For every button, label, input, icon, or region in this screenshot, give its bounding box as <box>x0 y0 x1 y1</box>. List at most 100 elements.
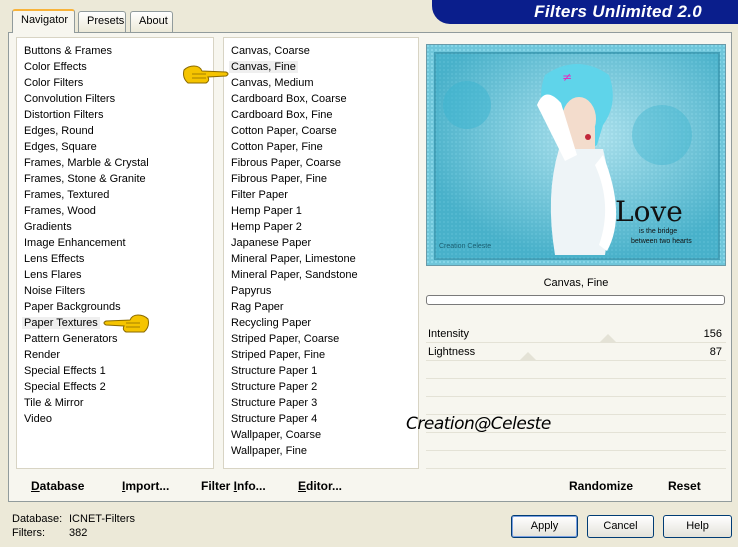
category-item-label: Color Effects <box>24 61 87 73</box>
tab-navigator[interactable]: Navigator <box>12 9 75 33</box>
category-item[interactable]: Distortion Filters <box>17 107 213 123</box>
filter-item-label: Japanese Paper <box>231 237 312 249</box>
preview-image: ≠ Love is the bridge between two hearts … <box>426 44 726 266</box>
filter-item[interactable]: Recycling Paper <box>224 315 418 331</box>
category-item[interactable]: Edges, Square <box>17 139 213 155</box>
cancel-button[interactable]: Cancel <box>587 515 654 538</box>
param-empty-row <box>426 379 726 397</box>
category-item[interactable]: Lens Effects <box>17 251 213 267</box>
category-item-label: Noise Filters <box>24 285 86 297</box>
status-database-label: Database: <box>12 513 63 525</box>
filter-item[interactable]: Striped Paper, Fine <box>224 347 418 363</box>
preview-love-text: Love <box>615 195 683 228</box>
filter-item[interactable]: Structure Paper 1 <box>224 363 418 379</box>
category-list[interactable]: Buttons & Frames Color Effects Color Filte… <box>16 37 214 469</box>
filter-item-label: Wallpaper, Fine <box>231 445 308 457</box>
filter-item[interactable]: Canvas, Medium <box>224 75 418 91</box>
filter-item[interactable]: Japanese Paper <box>224 235 418 251</box>
filter-item[interactable]: Wallpaper, Fine <box>224 443 418 459</box>
category-item-label: Edges, Square <box>24 141 97 153</box>
category-item[interactable]: Tile & Mirror <box>17 395 213 411</box>
param-lightness-value: 87 <box>709 346 722 358</box>
filter-item[interactable]: Fibrous Paper, Coarse <box>224 155 418 171</box>
reset-button[interactable]: Reset <box>668 479 701 493</box>
randomize-button[interactable]: Randomize <box>569 479 633 493</box>
category-item[interactable]: Frames, Marble & Crystal <box>17 155 213 171</box>
filter-item[interactable]: Canvas, Coarse <box>224 43 418 59</box>
category-item[interactable]: Frames, Stone & Granite <box>17 171 213 187</box>
category-item[interactable]: Frames, Textured <box>17 187 213 203</box>
apply-button[interactable]: Apply <box>511 515 578 538</box>
filter-item[interactable]: Canvas, Fine <box>224 59 418 75</box>
filter-item[interactable]: Cardboard Box, Coarse <box>224 91 418 107</box>
category-item-label: Special Effects 1 <box>24 365 106 377</box>
filter-item-label: Structure Paper 3 <box>231 397 318 409</box>
filter-item[interactable]: Mineral Paper, Sandstone <box>224 267 418 283</box>
status-filters-label: Filters: <box>12 527 45 539</box>
filter-item[interactable]: Cotton Paper, Coarse <box>224 123 418 139</box>
param-empty-row <box>426 433 726 451</box>
editor-button[interactable]: Editor... <box>298 479 342 493</box>
filter-item-label: Hemp Paper 1 <box>231 205 302 217</box>
filter-item[interactable]: Structure Paper 2 <box>224 379 418 395</box>
filter-item-label: Hemp Paper 2 <box>231 221 302 233</box>
filter-list[interactable]: Canvas, Coarse Canvas, Fine Canvas, Medium… <box>223 37 419 469</box>
filter-item[interactable]: Structure Paper 3 <box>224 395 418 411</box>
filter-item[interactable]: Mineral Paper, Limestone <box>224 251 418 267</box>
filter-item[interactable]: Filter Paper <box>224 187 418 203</box>
filter-item-label: Canvas, Coarse <box>231 45 310 57</box>
progress-bar <box>426 295 725 305</box>
help-button[interactable]: Help <box>663 515 732 538</box>
category-item[interactable]: Special Effects 1 <box>17 363 213 379</box>
category-item[interactable]: Lens Flares <box>17 267 213 283</box>
category-item[interactable]: Image Enhancement <box>17 235 213 251</box>
filter-info-button[interactable]: Filter Info... <box>201 479 266 493</box>
category-item-label: Color Filters <box>24 77 84 89</box>
tab-presets[interactable]: Presets <box>78 11 126 32</box>
category-item-label: Frames, Stone & Granite <box>24 173 146 185</box>
category-item-label: Lens Flares <box>24 269 82 281</box>
filter-item[interactable]: Cotton Paper, Fine <box>224 139 418 155</box>
category-item-label: Convolution Filters <box>24 93 116 105</box>
filter-item[interactable]: Fibrous Paper, Fine <box>224 171 418 187</box>
category-item[interactable]: Edges, Round <box>17 123 213 139</box>
param-intensity[interactable]: Intensity 156 <box>426 325 726 343</box>
filter-item[interactable]: Hemp Paper 1 <box>224 203 418 219</box>
import-button[interactable]: Import... <box>122 479 169 493</box>
database-button[interactable]: Database <box>31 479 84 493</box>
category-item[interactable]: Buttons & Frames <box>17 43 213 59</box>
filter-item[interactable]: Papyrus <box>224 283 418 299</box>
category-item-label: Buttons & Frames <box>24 45 113 57</box>
filter-item[interactable]: Hemp Paper 2 <box>224 219 418 235</box>
category-item[interactable]: Video <box>17 411 213 427</box>
category-item[interactable]: Render <box>17 347 213 363</box>
category-item[interactable]: Convolution Filters <box>17 91 213 107</box>
param-intensity-value: 156 <box>703 328 722 340</box>
param-empty-row <box>426 397 726 415</box>
category-item[interactable]: Gradients <box>17 219 213 235</box>
filter-item[interactable]: Structure Paper 4 <box>224 411 418 427</box>
filter-item-label: Canvas, Medium <box>231 77 314 89</box>
filter-item-label: Mineral Paper, Sandstone <box>231 269 358 281</box>
filter-item-label: Cotton Paper, Coarse <box>231 125 337 137</box>
filter-item[interactable]: Cardboard Box, Fine <box>224 107 418 123</box>
pointing-hand-icon <box>183 65 229 84</box>
filter-item[interactable]: Rag Paper <box>224 299 418 315</box>
app-title-banner: Filters Unlimited 2.0 <box>432 0 738 24</box>
filter-item-label: Fibrous Paper, Coarse <box>231 157 342 169</box>
param-lightness[interactable]: Lightness 87 <box>426 343 726 361</box>
category-item-label: Image Enhancement <box>24 237 126 249</box>
category-item[interactable]: Noise Filters <box>17 283 213 299</box>
tab-about[interactable]: About <box>130 11 173 32</box>
category-item[interactable]: Special Effects 2 <box>17 379 213 395</box>
filter-item[interactable]: Striped Paper, Coarse <box>224 331 418 347</box>
import-button-label: mport... <box>125 479 170 493</box>
category-item[interactable]: Frames, Wood <box>17 203 213 219</box>
filter-item-label: Striped Paper, Fine <box>231 349 326 361</box>
editor-button-accel: E <box>298 479 307 493</box>
filter-item-label: Structure Paper 4 <box>231 413 318 425</box>
category-item-label: Edges, Round <box>24 125 94 137</box>
filter-item[interactable]: Wallpaper, Coarse <box>224 427 418 443</box>
filter-item-label: Canvas, Fine <box>229 61 298 73</box>
pointing-hand-icon <box>103 314 149 333</box>
